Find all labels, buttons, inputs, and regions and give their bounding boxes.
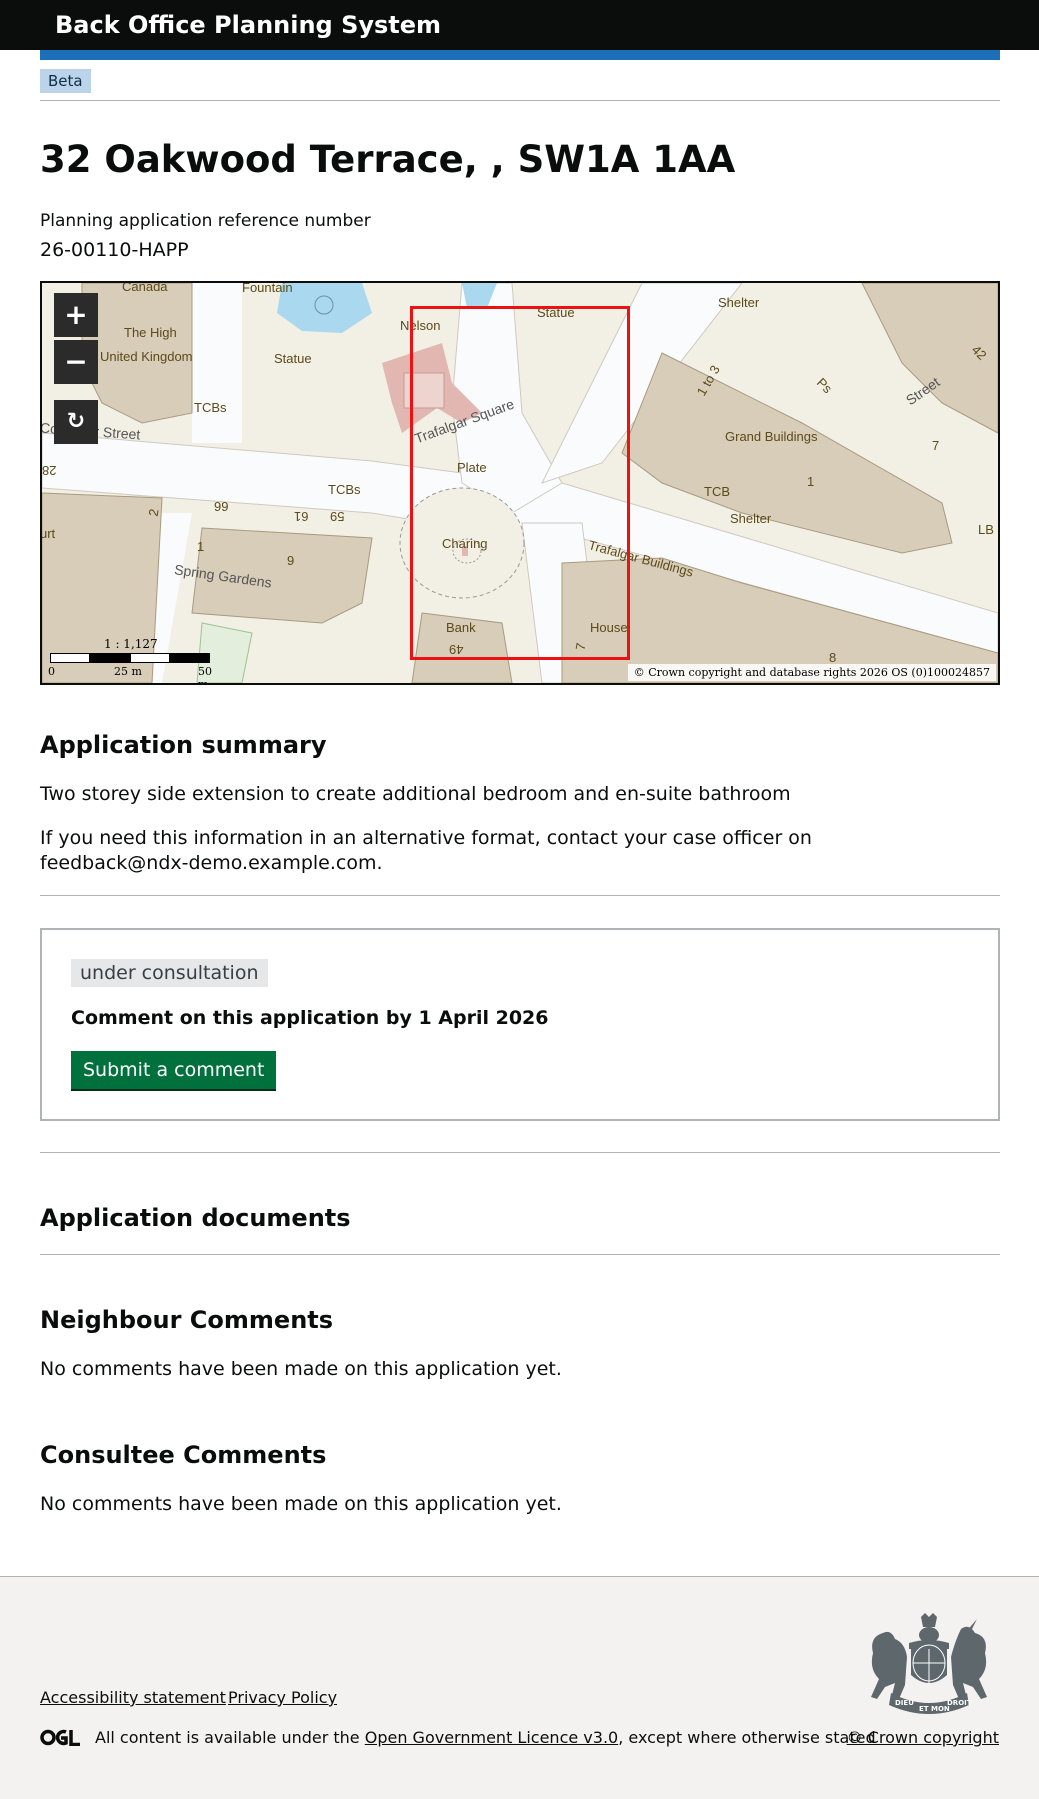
map-label-shelter-top: Shelter bbox=[718, 295, 760, 310]
map-label-tcb: TCB bbox=[704, 484, 730, 499]
crest-motto-centre: ET MON bbox=[919, 1705, 950, 1713]
map-label-tcbs-mid: TCBs bbox=[328, 482, 361, 497]
open-government-licence-link[interactable]: Open Government Licence v3.0 bbox=[365, 1728, 618, 1747]
map-label-lb: LB bbox=[978, 522, 994, 537]
scale-segment bbox=[50, 653, 90, 663]
ogl-logo-icon bbox=[40, 1729, 80, 1746]
consultation-panel: under consultation Comment on this appli… bbox=[40, 928, 1000, 1121]
zoom-in-button[interactable]: + bbox=[54, 293, 98, 337]
documents-heading: Application documents bbox=[40, 1204, 351, 1232]
crest-motto-left: DIEU bbox=[895, 1699, 914, 1707]
scale-label-0: 0 bbox=[48, 665, 55, 678]
map-label-grand-buildings: Grand Buildings bbox=[725, 429, 818, 444]
map-label-fountain: Fountain bbox=[242, 281, 293, 295]
map-label-tcbs-top: TCBs bbox=[194, 400, 227, 415]
reference-value: 26-00110-HAPP bbox=[40, 239, 189, 261]
scale-segment bbox=[170, 653, 210, 663]
crown-copyright-link[interactable]: © Crown copyright bbox=[847, 1727, 999, 1749]
site-footer: Accessibility statement Privacy Policy A… bbox=[0, 1576, 1039, 1799]
reference-caption: Planning application reference number bbox=[40, 211, 371, 231]
neighbour-comments-heading: Neighbour Comments bbox=[40, 1306, 334, 1334]
scale-segment bbox=[130, 653, 170, 663]
map-label-n8: 8 bbox=[829, 650, 837, 665]
status-tag: under consultation bbox=[71, 959, 268, 987]
summary-heading: Application summary bbox=[40, 731, 327, 759]
page-title: 32 Oakwood Terrace, , SW1A 1AA bbox=[40, 138, 736, 181]
map-attribution: © Crown copyright and database rights 20… bbox=[627, 664, 996, 681]
zoom-out-button[interactable]: − bbox=[54, 340, 98, 384]
royal-coat-of-arms-icon: DIEU ET MON DROIT bbox=[871, 1613, 987, 1714]
licence-text: All content is available under the Open … bbox=[95, 1727, 876, 1749]
reset-map-button[interactable]: ↻ bbox=[54, 400, 98, 444]
consultee-comments-heading: Consultee Comments bbox=[40, 1441, 327, 1469]
beta-tag: Beta bbox=[40, 69, 91, 93]
section-divider bbox=[40, 1254, 1000, 1255]
map-scalebar: 1 : 1,127 0 25 m 50 m bbox=[48, 637, 220, 683]
map-label-shelter-right: Shelter bbox=[730, 511, 772, 526]
map-label-canada: Canada bbox=[122, 281, 168, 294]
consultee-comments-empty: No comments have been made on this appli… bbox=[40, 1493, 562, 1515]
neighbour-comments-empty: No comments have been made on this appli… bbox=[40, 1358, 562, 1380]
site-header: Back Office Planning System bbox=[0, 0, 1039, 50]
licence-prefix: All content is available under the bbox=[95, 1728, 365, 1747]
map-label-n61: 61 bbox=[294, 509, 309, 524]
privacy-policy-link[interactable]: Privacy Policy bbox=[228, 1687, 337, 1709]
map-label-n28: 28 bbox=[42, 463, 57, 478]
map-label-n1b: 1 bbox=[807, 474, 815, 489]
crest-motto-right: DROIT bbox=[947, 1699, 972, 1707]
section-divider bbox=[40, 895, 1000, 896]
site-boundary-outline bbox=[410, 306, 630, 660]
map-label-n99: 99 bbox=[214, 499, 229, 514]
licence-suffix: , except where otherwise stated bbox=[618, 1728, 876, 1747]
accessibility-statement-link[interactable]: Accessibility statement bbox=[40, 1687, 226, 1709]
alt-format-note: If you need this information in an alter… bbox=[40, 827, 812, 874]
section-divider bbox=[40, 1152, 1000, 1153]
map-label-n9: 9 bbox=[287, 553, 295, 568]
map-label-urt: urt bbox=[40, 526, 56, 541]
map-label-the-high: The High bbox=[124, 325, 177, 340]
map-label-n59: 59 bbox=[330, 509, 345, 524]
submit-comment-button[interactable]: Submit a comment bbox=[71, 1051, 277, 1089]
summary-description: Two storey side extension to create addi… bbox=[40, 783, 791, 805]
scale-segment bbox=[90, 653, 130, 663]
scale-label-50: 50 m bbox=[198, 665, 212, 685]
map-label-statue-left: Statue bbox=[274, 351, 312, 366]
map-label-n1: 1 bbox=[197, 539, 205, 554]
phase-banner: Beta bbox=[40, 69, 1000, 101]
map-label-n7: 7 bbox=[932, 438, 940, 453]
map-label-united-kingdom: United Kingdom bbox=[100, 349, 193, 364]
site-map[interactable]: Canada Fountain The High United Kingdom … bbox=[40, 281, 1000, 685]
scale-ratio: 1 : 1,127 bbox=[104, 637, 158, 651]
scale-label-25: 25 m bbox=[114, 665, 142, 678]
comment-deadline: Comment on this application by 1 April 2… bbox=[71, 1007, 549, 1029]
header-blue-bar bbox=[40, 50, 1000, 60]
service-name-link[interactable]: Back Office Planning System bbox=[55, 8, 441, 42]
